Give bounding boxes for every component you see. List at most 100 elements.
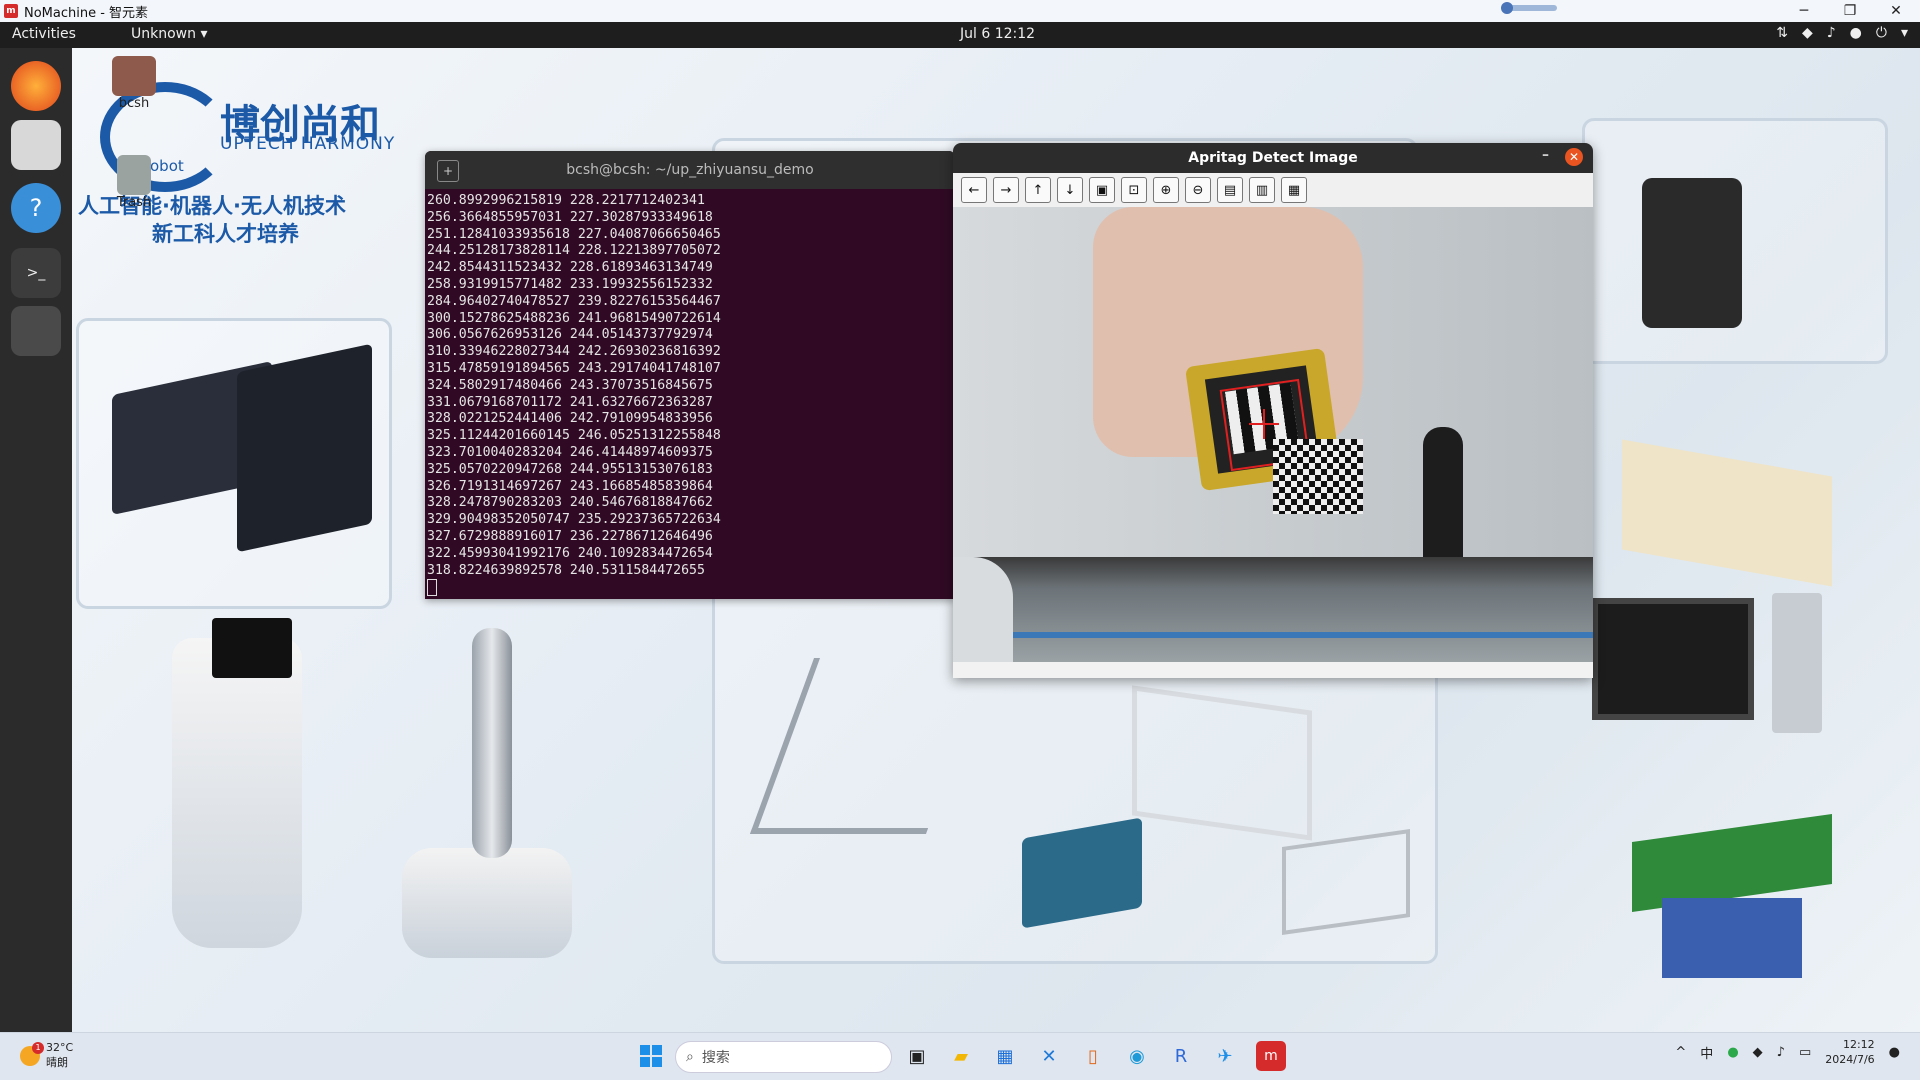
shoe-image [953, 557, 1013, 662]
zoom-in-icon[interactable]: ⊕ [1153, 177, 1179, 203]
app-menu[interactable]: Unknown ▾ [131, 26, 207, 42]
terminal-line: 324.5802917480466 243.37073516845675 [427, 377, 713, 393]
workbench-drawers-image [1662, 898, 1802, 978]
terminal-line: 310.33946228027344 242.26930236816392 [427, 344, 721, 360]
host-zoom-slider[interactable] [1501, 2, 1557, 14]
volume-icon[interactable]: ♪ [1827, 25, 1836, 41]
volume-muted-icon[interactable]: ♪ [1777, 1045, 1785, 1060]
weather-sun-icon: 1 [20, 1041, 44, 1066]
terminal-line: 325.11244201660145 246.05251312255848 [427, 428, 721, 444]
sync-icon[interactable]: ● [1727, 1045, 1738, 1060]
taskbar-clock[interactable]: 12:12 2024/7/6 [1825, 1037, 1874, 1067]
service-robot-image [172, 638, 302, 948]
bird-app-icon[interactable]: ✈ [1210, 1041, 1240, 1071]
weather-widget[interactable]: 1 32°C 晴朗 [20, 1041, 73, 1070]
microphone-icon[interactable]: ● [1850, 25, 1862, 41]
taskbar-date: 2024/7/6 [1825, 1053, 1875, 1066]
terminal-line: 331.0679168701172 241.63276672363287 [427, 394, 713, 410]
drone-frame-image [1132, 685, 1312, 841]
weather-desc: 晴朗 [46, 1056, 68, 1069]
file-explorer-icon[interactable]: ▰ [946, 1041, 976, 1071]
back-icon[interactable]: ← [961, 177, 987, 203]
taskbar-search[interactable]: ⌕ 搜索 [675, 1041, 892, 1073]
forward-icon[interactable]: → [993, 177, 1019, 203]
robot-screen-image [212, 618, 292, 678]
topbar-clock[interactable]: Jul 6 12:12 [960, 26, 1035, 42]
terminal-icon[interactable]: >_ [11, 248, 61, 298]
minimize-button[interactable]: ─ [1781, 0, 1827, 22]
running-app-icon[interactable] [11, 306, 61, 356]
nomachine-taskbar-icon[interactable]: m [1256, 1041, 1286, 1071]
wifi-icon[interactable]: ◆ [1753, 1045, 1763, 1060]
maximize-button[interactable]: ❐ [1827, 0, 1873, 22]
notification-badge: 1 [32, 1041, 44, 1054]
app-menu-label: Unknown [131, 26, 196, 42]
terminal-line: 323.7010040283204 246.41448974609375 [427, 444, 713, 460]
terminal-output[interactable]: 260.8992996215819 228.2217712402341 256.3… [425, 189, 955, 599]
chevron-down-icon[interactable]: ▾ [1901, 25, 1908, 41]
apriltag-title: Apritag Detect Image [1188, 150, 1358, 166]
remote-app-icon[interactable]: R [1166, 1041, 1196, 1071]
windows-start-icon[interactable] [636, 1041, 666, 1071]
terminal-window[interactable]: + bcsh@bcsh: ~/up_zhiyuansu_demo 260.899… [425, 151, 955, 599]
terminal-line: 306.0567626953126 244.05143737792974 [427, 327, 713, 343]
network-activity-icon[interactable]: ⇅ [1776, 25, 1788, 41]
vscode-icon[interactable]: ✕ [1034, 1041, 1064, 1071]
desktop-icon-home[interactable]: bcsh [110, 56, 158, 111]
home-folder-icon [112, 56, 156, 96]
desktop-icon-trash[interactable]: Trash [110, 155, 158, 210]
floor-line [953, 632, 1593, 638]
terminal-line: 329.90498352050747 235.29237365722634 [427, 512, 721, 528]
host-window-title: NoMachine - 智元素 [24, 5, 149, 21]
power-icon[interactable]: ⏻ [1876, 25, 1887, 41]
start-grid [640, 1045, 662, 1067]
down-icon[interactable]: ↓ [1057, 177, 1083, 203]
files-icon[interactable] [11, 120, 61, 170]
notification-bell-icon[interactable]: ● [1889, 1045, 1900, 1060]
minimize-icon[interactable]: – [1542, 147, 1549, 163]
image-toolbar: ← → ↑ ↓ ▣ ⊡ ⊕ ⊖ ▤ ▥ ▦ [953, 173, 1593, 207]
humanoid-robot-image [1642, 178, 1742, 328]
properties-icon[interactable]: ▦ [1281, 177, 1307, 203]
brand-name-en: UPTECH HARMONY [220, 134, 396, 154]
apriltag-window[interactable]: Apritag Detect Image – ✕ ← → ↑ ↓ ▣ ⊡ ⊕ ⊖ ▤ ▥ ▦ [953, 143, 1593, 678]
battery-icon[interactable]: ▭ [1799, 1045, 1811, 1060]
edge-icon[interactable]: ◉ [1122, 1041, 1152, 1071]
terminal-cursor [427, 579, 437, 597]
camera-image [953, 207, 1593, 662]
terminal-line: 244.25128173828114 228.12213897705072 [427, 243, 721, 259]
terminal-line: 325.0570220947268 244.95513153076183 [427, 461, 713, 477]
close-button[interactable]: ✕ [1873, 0, 1919, 22]
activities-button[interactable]: Activities [12, 26, 76, 42]
kit-case-lid-image [237, 343, 372, 553]
zoom-region-icon[interactable]: ⊡ [1121, 177, 1147, 203]
terminal-titlebar[interactable]: + bcsh@bcsh: ~/up_zhiyuansu_demo [425, 151, 955, 189]
chevron-up-icon[interactable]: ^ [1675, 1045, 1686, 1060]
zoom-out-icon[interactable]: ⊖ [1185, 177, 1211, 203]
desktop-icon-label: Trash [116, 195, 152, 210]
terminal-line: 260.8992996215819 228.2217712402341 [427, 193, 705, 208]
task-view-icon[interactable]: ▣ [902, 1041, 932, 1071]
copy-icon[interactable]: ▥ [1249, 177, 1275, 203]
terminal-line: 326.7191314697267 243.16685485839864 [427, 478, 713, 494]
terminal-line: 258.9319915771482 233.19932556152332 [427, 276, 713, 292]
new-tab-icon[interactable]: + [437, 160, 459, 182]
taskbar-time: 12:12 [1842, 1038, 1875, 1051]
server-tower-image [1772, 593, 1822, 733]
up-icon[interactable]: ↑ [1025, 177, 1051, 203]
fit-image-icon[interactable]: ▣ [1089, 177, 1115, 203]
desktop-icon-label: bcsh [118, 96, 150, 111]
close-icon[interactable]: ✕ [1565, 148, 1583, 166]
search-icon: ⌕ [686, 1049, 694, 1065]
wifi-icon[interactable]: ◆ [1802, 25, 1813, 41]
trash-icon [117, 155, 151, 195]
apriltag-titlebar[interactable]: Apritag Detect Image – ✕ [953, 143, 1593, 173]
xy-platform-image [1282, 829, 1410, 935]
office-app-icon[interactable]: ▯ [1078, 1041, 1108, 1071]
ime-indicator[interactable]: 中 [1700, 1043, 1713, 1062]
firefox-icon[interactable] [11, 61, 61, 111]
store-icon[interactable]: ▦ [990, 1041, 1020, 1071]
help-icon[interactable]: ? [11, 183, 61, 233]
mobile-base-image [402, 848, 572, 958]
save-icon[interactable]: ▤ [1217, 177, 1243, 203]
